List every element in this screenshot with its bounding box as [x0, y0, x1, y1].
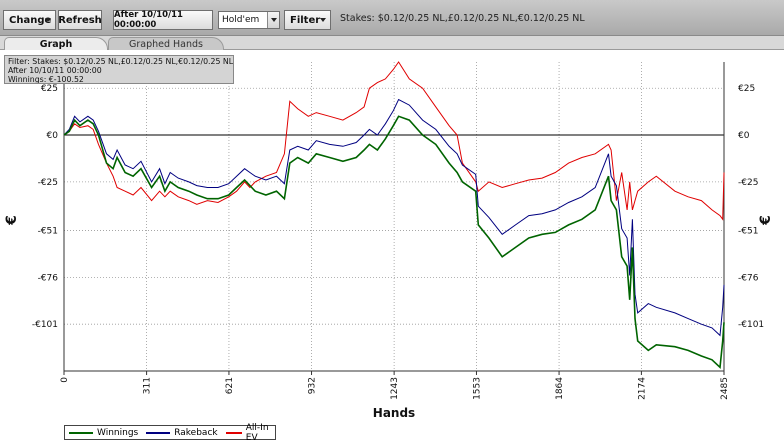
x-tick-label: 1864: [555, 377, 565, 400]
y-tick-label-right: -€51: [738, 227, 758, 237]
y-tick-label-right: -€76: [738, 273, 759, 283]
y-tick-label-left: -€51: [38, 227, 58, 237]
chart-legend: Winnings Rakeback All-In EV: [64, 422, 276, 443]
legend-swatch: [146, 431, 171, 434]
x-tick-label: 1243: [390, 377, 400, 400]
filter-info-line: Filter: Stakes: $0.12/0.25 NL,£0.12/0.25…: [8, 57, 234, 66]
x-tick-label: 0: [60, 377, 70, 383]
filter-info-line: After 10/10/11 00:00:00: [8, 66, 102, 75]
x-tick-label: 311: [143, 377, 153, 394]
x-tick-label: 2174: [637, 377, 647, 400]
legend-swatch: [225, 431, 242, 434]
filter-info-line: Winnings: €-100.52: [8, 75, 84, 84]
y-tick-label-right: €0: [738, 131, 750, 141]
y-tick-label-left: -€101: [32, 320, 58, 330]
legend-item-allin-ev: All-In EV: [225, 422, 271, 443]
x-tick-label: 621: [225, 377, 235, 394]
y-axis-title-right: €: [758, 215, 774, 226]
y-tick-label-left: €0: [47, 131, 59, 141]
y-tick-label-left: €25: [41, 84, 58, 94]
x-tick-label: 2485: [720, 377, 730, 400]
app-window: Change Refresh After 10/10/11 00:00:00 H…: [0, 0, 784, 444]
y-tick-label-right: -€101: [738, 320, 764, 330]
y-tick-label-right: €25: [738, 84, 755, 94]
x-tick-label: 932: [308, 377, 318, 394]
y-tick-label-left: -€25: [38, 178, 58, 188]
legend-swatch: [69, 431, 93, 434]
filter-info-box: Filter: Stakes: $0.12/0.25 NL,£0.12/0.25…: [4, 55, 234, 84]
legend-label: Winnings: [97, 427, 139, 438]
y-axis-title-left: €: [4, 215, 20, 226]
legend-item-rakeback: Rakeback: [146, 427, 218, 438]
x-tick-label: 1553: [472, 377, 482, 400]
legend-label: Rakeback: [174, 427, 218, 438]
y-tick-label-left: -€76: [38, 273, 59, 283]
legend-item-winnings: Winnings: [69, 428, 138, 438]
y-tick-label-right: -€25: [738, 178, 758, 188]
legend-label: All-In EV: [245, 422, 269, 443]
x-axis-title: Hands: [373, 406, 415, 420]
